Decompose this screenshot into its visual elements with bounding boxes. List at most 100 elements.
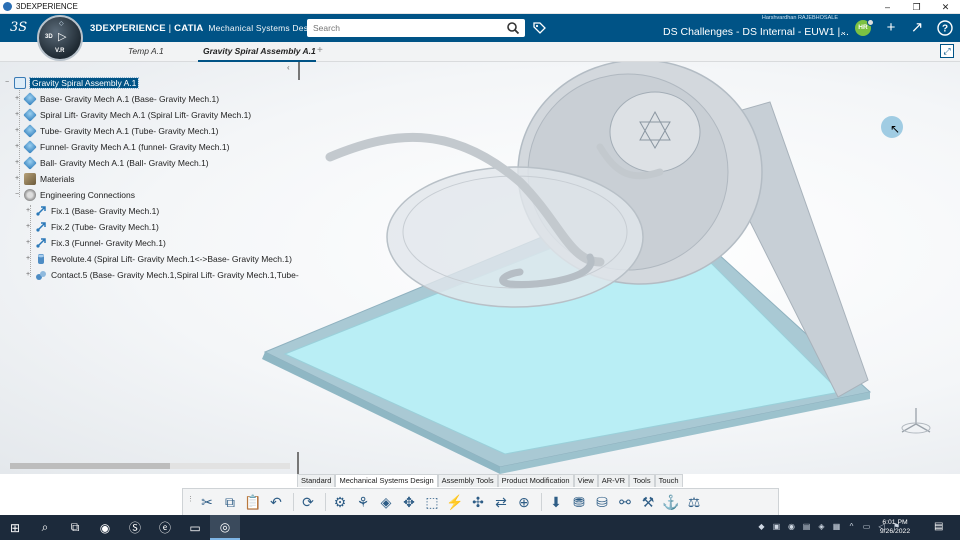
expand-icon[interactable]: +: [13, 127, 21, 135]
tab-assembly-tools[interactable]: Assembly Tools: [437, 474, 498, 487]
tree-item-materials[interactable]: + Materials: [13, 172, 74, 186]
tree-horizontal-scrollbar[interactable]: [10, 463, 290, 469]
play-icon[interactable]: ▷: [58, 30, 66, 43]
distance-icon[interactable]: ⚯: [615, 492, 635, 512]
help-icon[interactable]: ?: [936, 19, 954, 37]
tree-item-label[interactable]: Spiral Lift- Gravity Mech A.1 (Spiral Li…: [40, 110, 251, 120]
orientation-triad-icon[interactable]: [896, 404, 936, 440]
engineering-connection-icon[interactable]: ⚡: [445, 492, 465, 512]
expand-icon[interactable]: +: [13, 95, 21, 103]
expand-icon[interactable]: +: [13, 159, 21, 167]
expand-icon[interactable]: +: [24, 223, 32, 231]
expand-icon[interactable]: +: [24, 255, 32, 263]
expand-icon[interactable]: +: [24, 207, 32, 215]
tab-product-modification[interactable]: Product Modification: [497, 474, 574, 487]
tab-ar-vr[interactable]: AR-VR: [597, 474, 630, 487]
tree-root-label[interactable]: Gravity Spiral Assembly A.1: [28, 77, 140, 89]
analysis-icon[interactable]: ⚒: [638, 492, 658, 512]
expand-tray-icon[interactable]: ^: [845, 522, 858, 534]
skype-icon[interactable]: Ⓢ: [120, 515, 150, 540]
search-icon[interactable]: [506, 21, 520, 35]
tray-app-icon[interactable]: ◆: [755, 522, 768, 534]
tray-app-icon[interactable]: ▣: [770, 522, 783, 534]
tree-item-label[interactable]: Revolute.4 (Spiral Lift- Gravity Mech.1<…: [51, 254, 292, 264]
balance-icon[interactable]: ⚖: [684, 492, 704, 512]
tree-item-engineering-connections[interactable]: − Engineering Connections: [13, 188, 135, 202]
restore-button[interactable]: ❐: [902, 0, 931, 14]
tree-item-spiral-lift[interactable]: + Spiral Lift- Gravity Mech A.1 (Spiral …: [13, 108, 251, 122]
tree-item-ball[interactable]: + Ball- Gravity Mech A.1 (Ball- Gravity …: [13, 156, 209, 170]
expand-icon[interactable]: ⤢: [940, 44, 954, 58]
task-view-icon[interactable]: ⧉: [60, 515, 90, 540]
snap-icon[interactable]: ⊕: [514, 492, 534, 512]
tab-temp[interactable]: Temp A.1: [128, 46, 164, 56]
search-taskbar-icon[interactable]: ⌕: [30, 515, 60, 540]
chevron-down-icon[interactable]: ⌄: [840, 27, 847, 36]
tree-item-label[interactable]: Tube- Gravity Mech A.1 (Tube- Gravity Me…: [40, 126, 218, 136]
tree-item-label[interactable]: Materials: [40, 174, 74, 184]
pattern-icon[interactable]: ✣: [468, 492, 488, 512]
tree-item-fix-3[interactable]: + Fix.3 (Funnel- Gravity Mech.1): [24, 236, 166, 250]
copy-icon[interactable]: ⧉: [220, 492, 240, 512]
tray-app-icon[interactable]: ◉: [785, 522, 798, 534]
edge-icon[interactable]: ⓔ: [150, 515, 180, 540]
collapse-tree-icon[interactable]: ‹: [287, 63, 290, 72]
explode-icon[interactable]: ✥: [399, 492, 419, 512]
compass-widget[interactable]: ◇ 3D ▷ V.R: [37, 15, 83, 61]
insert-part-icon[interactable]: ◈: [376, 492, 396, 512]
tree-root[interactable]: − Gravity Spiral Assembly A.1: [3, 76, 140, 90]
collab-space-selector[interactable]: DS Challenges - DS Internal - EUW1 |...: [663, 26, 849, 38]
minimize-button[interactable]: –: [873, 0, 902, 14]
scrollbar-thumb[interactable]: [10, 463, 170, 469]
tree-item-label[interactable]: Fix.3 (Funnel- Gravity Mech.1): [51, 238, 166, 248]
add-icon[interactable]: +: [882, 19, 900, 37]
move-icon[interactable]: ⬇: [546, 492, 566, 512]
tab-mechanical-systems-design[interactable]: Mechanical Systems Design: [335, 474, 438, 487]
update-icon[interactable]: ⟳: [298, 492, 318, 512]
search-box[interactable]: [307, 19, 525, 37]
ds-logo-icon[interactable]: 3S: [10, 20, 27, 35]
tag-icon[interactable]: [532, 21, 547, 35]
expand-icon[interactable]: +: [24, 239, 32, 247]
share-icon[interactable]: ↗: [908, 19, 926, 37]
grip-icon[interactable]: ⋮: [187, 495, 194, 509]
tree-item-label[interactable]: Ball- Gravity Mech A.1 (Ball- Gravity Me…: [40, 158, 209, 168]
expand-icon[interactable]: +: [13, 111, 21, 119]
tree-item-fix-2[interactable]: + Fix.2 (Tube- Gravity Mech.1): [24, 220, 159, 234]
tray-app-icon[interactable]: ▤: [800, 522, 813, 534]
tree-item-fix-1[interactable]: + Fix.1 (Base- Gravity Mech.1): [24, 204, 159, 218]
replace-icon[interactable]: ⇄: [491, 492, 511, 512]
new-tab-icon[interactable]: +: [317, 45, 323, 56]
tree-item-label[interactable]: Fix.2 (Tube- Gravity Mech.1): [51, 222, 159, 232]
cut-icon[interactable]: ✂: [197, 492, 217, 512]
tab-tools[interactable]: Tools: [629, 474, 655, 487]
insert-product-icon[interactable]: ⚘: [353, 492, 373, 512]
tree-item-label[interactable]: Funnel- Gravity Mech A.1 (funnel- Gravit…: [40, 142, 229, 152]
paste-icon[interactable]: 📋: [243, 492, 263, 512]
collapse-icon[interactable]: −: [3, 79, 11, 87]
close-button[interactable]: ✕: [931, 0, 960, 14]
tree-item-contact-5[interactable]: + Contact.5 (Base- Gravity Mech.1,Spiral…: [24, 268, 299, 282]
tree-item-tube[interactable]: + Tube- Gravity Mech A.1 (Tube- Gravity …: [13, 124, 218, 138]
clash-icon[interactable]: ⛃: [569, 492, 589, 512]
tree-item-funnel[interactable]: + Funnel- Gravity Mech A.1 (funnel- Grav…: [13, 140, 229, 154]
chrome-icon[interactable]: ◉: [90, 515, 120, 540]
tab-view[interactable]: View: [573, 474, 598, 487]
measure-icon[interactable]: ⛁: [592, 492, 612, 512]
undo-icon[interactable]: ↶: [266, 492, 286, 512]
compass-tool-icon[interactable]: ⚓: [661, 492, 681, 512]
panel-splitter[interactable]: [297, 452, 299, 474]
settings-icon[interactable]: ⚙: [330, 492, 350, 512]
expand-icon[interactable]: +: [13, 175, 21, 183]
file-explorer-icon[interactable]: ▭: [180, 515, 210, 540]
tree-item-label[interactable]: Contact.5 (Base- Gravity Mech.1,Spiral L…: [51, 270, 299, 280]
tray-app-icon[interactable]: ◈: [815, 522, 828, 534]
tree-item-label[interactable]: Base- Gravity Mech A.1 (Base- Gravity Me…: [40, 94, 219, 104]
tab-touch[interactable]: Touch: [654, 474, 683, 487]
tree-item-label[interactable]: Fix.1 (Base- Gravity Mech.1): [51, 206, 159, 216]
3dexperience-taskbar-icon[interactable]: ◎: [210, 515, 240, 540]
start-button-icon[interactable]: ⊞: [0, 515, 30, 540]
search-input[interactable]: [307, 19, 497, 37]
expand-icon[interactable]: +: [24, 271, 32, 279]
tab-gravity-spiral-assembly[interactable]: Gravity Spiral Assembly A.1: [203, 46, 316, 56]
